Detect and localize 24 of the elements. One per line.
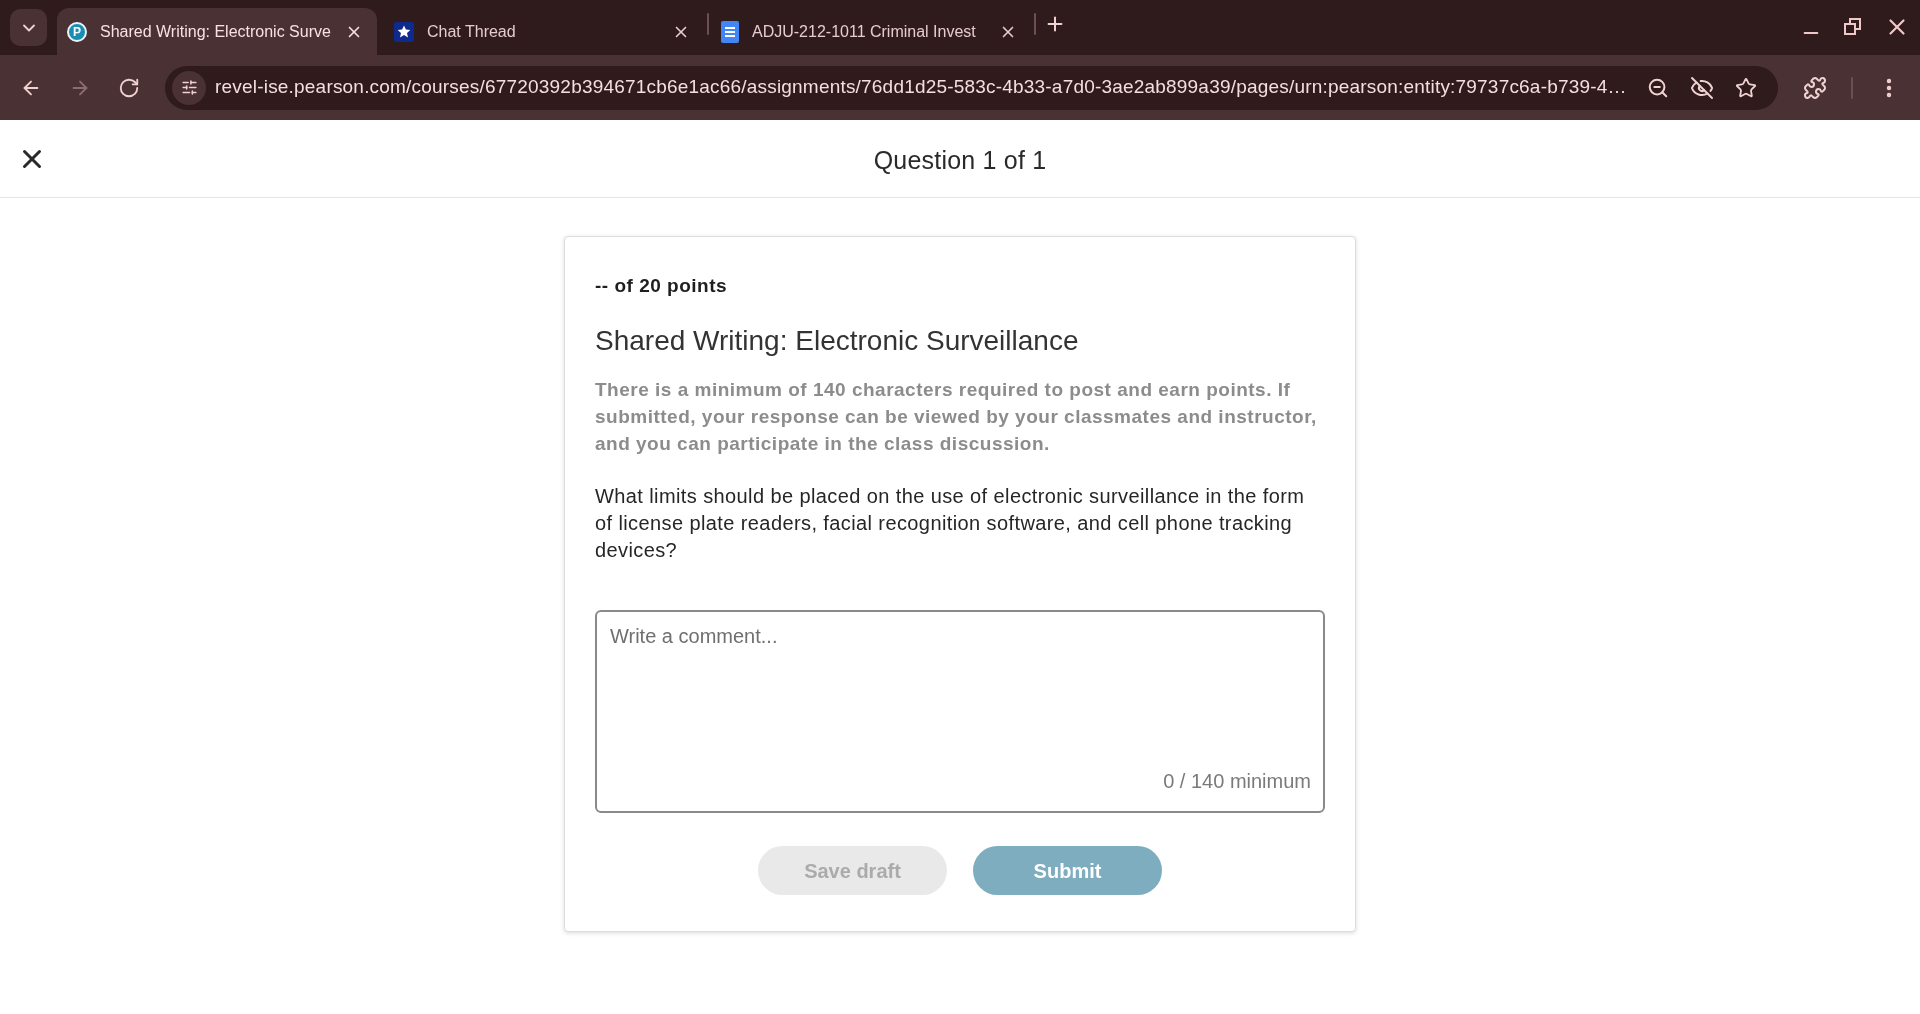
- page-title: Question 1 of 1: [873, 145, 1047, 176]
- address-bar[interactable]: revel-ise.pearson.com/courses/67720392b394671cb6e1ac66/assignments/76dd1d25-583c-4b33-a7d0-3ae2ab899a39/pages/urn:pearson:entity:79737c6a-b739-4…: [165, 65, 1778, 110]
- site-settings-icon[interactable]: [172, 70, 206, 105]
- browser-tab[interactable]: Chat Thread: [384, 8, 704, 55]
- tab-title: Chat Thread: [427, 21, 517, 42]
- reload-icon: [118, 76, 140, 99]
- browser-tab[interactable]: ADJU-212-1011 Criminal Invest: [711, 8, 1031, 55]
- question-text: What limits should be placed on the use of electronic surveillance in the form of license plate readers, facial recognition software, and cell phone tracking devices?: [595, 484, 1306, 563]
- tab-list-button[interactable]: [10, 9, 47, 46]
- question-title: Shared Writing: Electronic Surveillance: [595, 324, 1080, 358]
- eye-off-icon[interactable]: [1690, 75, 1714, 100]
- tab-title: Shared Writing: Electronic Surve: [100, 21, 332, 42]
- points-label: -- of 20 points: [595, 274, 729, 298]
- site-logo: P: [67, 21, 87, 42]
- zoom-out-icon[interactable]: [1647, 76, 1669, 99]
- restore-icon[interactable]: [1844, 18, 1862, 36]
- character-counter: 0 / 140 minimum: [1163, 769, 1311, 794]
- extensions-icon[interactable]: [1803, 75, 1827, 100]
- instructions-text: There is a minimum of 140 characters required to post and earn points. If submitted, your response can be viewed by your classmates and instructor, and you can participate in the class discussion.: [595, 378, 1318, 456]
- document-icon: [721, 20, 739, 43]
- bookmark-star-icon[interactable]: [1735, 76, 1757, 99]
- browser-tab[interactable]: P Shared Writing: Electronic Surve: [57, 8, 377, 55]
- url-text: revel-ise.pearson.com/courses/67720392b394671cb6e1ac66/assignments/76dd1d25-583c-4b33-a7d0-3ae2ab899a39/pages/urn:pearson:entity:79737c6a-b739-4…: [215, 75, 1628, 100]
- tab-title: ADJU-212-1011 Criminal Invest: [752, 21, 977, 42]
